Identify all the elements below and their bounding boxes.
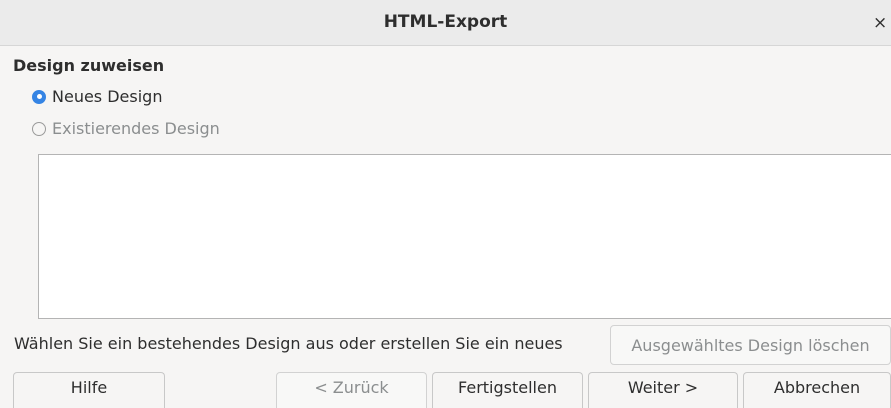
finish-button[interactable]: Fertigstellen (432, 372, 583, 408)
cancel-button[interactable]: Abbrechen (743, 372, 891, 408)
title-bar: HTML-Export × (0, 0, 891, 46)
hint-text: Wählen Sie ein bestehendes Design aus od… (14, 334, 563, 353)
radio-existing-design-label: Existierendes Design (52, 119, 220, 138)
radio-new-design-label: Neues Design (52, 87, 163, 106)
design-list[interactable] (38, 154, 891, 319)
next-button[interactable]: Weiter > (588, 372, 738, 408)
help-button[interactable]: Hilfe (13, 372, 165, 408)
delete-design-button: Ausgewähltes Design löschen (610, 325, 891, 365)
section-heading: Design zuweisen (13, 56, 165, 75)
radio-unchecked-icon (32, 121, 46, 136)
dialog-title: HTML-Export (383, 12, 508, 32)
radio-existing-design: Existierendes Design (32, 119, 220, 138)
radio-new-design[interactable]: Neues Design (32, 87, 162, 106)
radio-checked-icon[interactable] (32, 89, 46, 104)
close-icon[interactable]: × (873, 13, 887, 33)
back-button: < Zurück (276, 372, 427, 408)
